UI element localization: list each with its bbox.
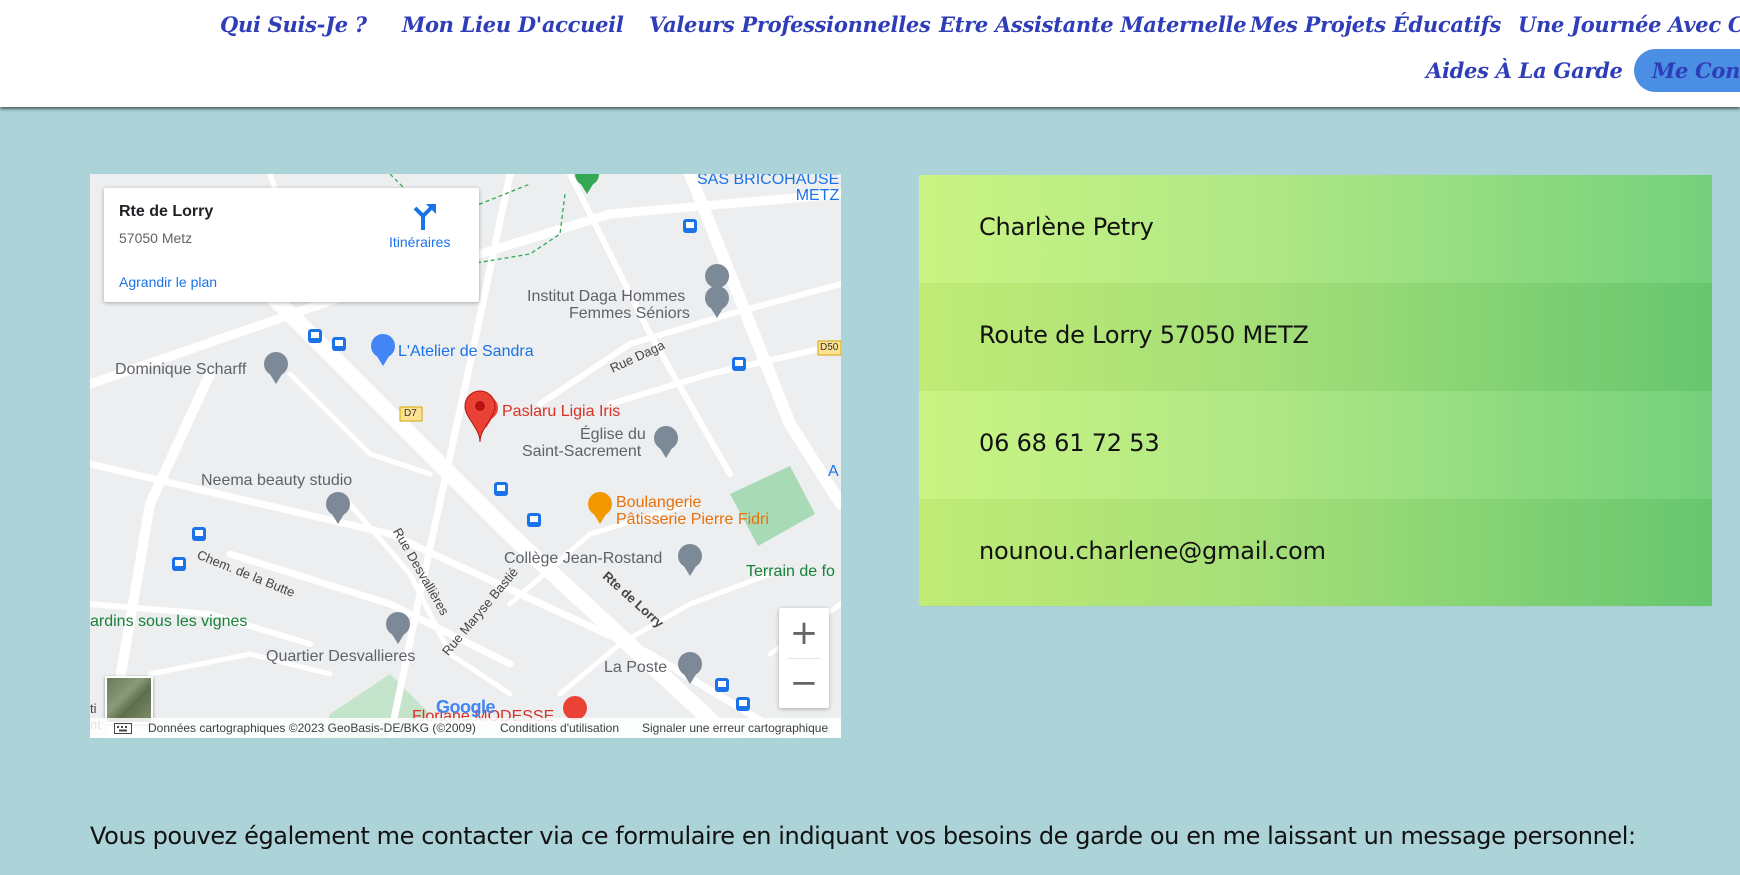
poi-bricohause-label: SAS BRICOHAUSE METZ	[697, 174, 840, 204]
contact-email[interactable]: nounou.charlene@gmail.com	[979, 537, 1326, 565]
enlarge-map-link[interactable]: Agrandir le plan	[119, 274, 217, 290]
poi-boulangerie-label-1: Boulangerie	[616, 494, 702, 511]
nav-aides-a-la-garde[interactable]: Aides À La Garde	[1426, 58, 1623, 83]
zoom-out-button[interactable]: −	[779, 658, 829, 708]
contact-phone[interactable]: 06 68 61 72 53	[979, 429, 1160, 457]
poi-daga-label-2: Femmes Séniors	[569, 305, 690, 322]
place-title: Rte de Lorry	[119, 203, 214, 220]
contact-row-email: nounou.charlene@gmail.com	[919, 499, 1712, 607]
map-footer: Données cartographiques ©2023 GeoBasis-D…	[90, 718, 841, 738]
poi-terrain-label: Terrain de fo	[746, 563, 835, 580]
keyboard-icon[interactable]	[114, 723, 132, 734]
contact-address: Route de Lorry 57050 METZ	[979, 321, 1309, 349]
directions-link[interactable]: Itinéraires	[389, 234, 450, 250]
poi-edge-label: A	[828, 463, 839, 480]
poi-la-poste-label: La Poste	[604, 659, 668, 676]
poi-atelier-sandra-label: L'Atelier de Sandra	[398, 343, 534, 360]
directions-icon[interactable]	[409, 202, 439, 232]
place-info-card: Rte de Lorry 57050 Metz Agrandir le plan…	[104, 188, 479, 302]
place-address: 57050 Metz	[119, 230, 193, 246]
poi-boulangerie-label-2: Pâtisserie Pierre Fidri	[616, 511, 769, 528]
street-edge-fragment-1: ti	[90, 701, 97, 716]
poi-paslaru-label: Paslaru Ligia Iris	[502, 403, 621, 420]
map-report-error-link[interactable]: Signaler une erreur cartographique	[642, 721, 828, 735]
poi-neema-label: Neema beauty studio	[201, 472, 353, 489]
google-logo-text: Google	[436, 697, 496, 717]
contact-row-phone: 06 68 61 72 53	[919, 391, 1712, 499]
map-data-credit: Données cartographiques ©2023 GeoBasis-D…	[148, 721, 476, 735]
contact-row-name: Charlène Petry	[919, 175, 1712, 283]
poi-quartier-label: Quartier Desvallieres	[266, 648, 416, 665]
nav-etre-assistante-maternelle[interactable]: Etre Assistante Maternelle	[939, 12, 1247, 37]
contact-form-intro: Vous pouvez également me contacter via c…	[90, 822, 1636, 850]
google-logo: Google	[436, 697, 496, 718]
nav-qui-suis-je[interactable]: Qui Suis-Je ?	[220, 12, 367, 37]
poi-eglise-label-2: Saint-Sacrement	[522, 443, 642, 460]
poi-eglise-label-1: Église du	[580, 426, 646, 443]
site-header: Qui Suis-Je ? Mon Lieu D'accueil Valeurs…	[0, 0, 1740, 107]
contact-info-box: Charlène Petry Route de Lorry 57050 METZ…	[919, 175, 1712, 606]
map-terms-link[interactable]: Conditions d'utilisation	[500, 721, 619, 735]
route-marker-d7: D7	[404, 408, 417, 419]
nav-me-contacter-active[interactable]: Me Conta	[1634, 49, 1740, 92]
contact-name: Charlène Petry	[979, 213, 1154, 241]
poi-daga-label-1: Institut Daga Hommes	[527, 288, 686, 305]
poi-jardins-label: ardins sous les vignes	[90, 613, 248, 630]
nav-mon-lieu-accueil[interactable]: Mon Lieu D'accueil	[402, 12, 624, 37]
zoom-controls: + −	[779, 608, 829, 708]
satellite-toggle-thumbnail[interactable]	[105, 676, 153, 724]
contact-row-address: Route de Lorry 57050 METZ	[919, 283, 1712, 391]
nav-mes-projets-educatifs[interactable]: Mes Projets Éducatifs	[1250, 12, 1501, 37]
route-marker-d50: D50	[820, 342, 839, 353]
poi-dominique-scharff-label: Dominique Scharff	[115, 361, 247, 378]
nav-une-journee[interactable]: Une Journée Avec Char	[1518, 12, 1740, 37]
google-map-embed[interactable]: SAS BRICOHAUSE METZ Institut Daga Hommes…	[90, 174, 841, 738]
nav-valeurs-professionnelles[interactable]: Valeurs Professionnelles	[649, 12, 931, 37]
poi-college-label: Collège Jean-Rostand	[504, 550, 663, 567]
zoom-in-button[interactable]: +	[779, 608, 829, 658]
